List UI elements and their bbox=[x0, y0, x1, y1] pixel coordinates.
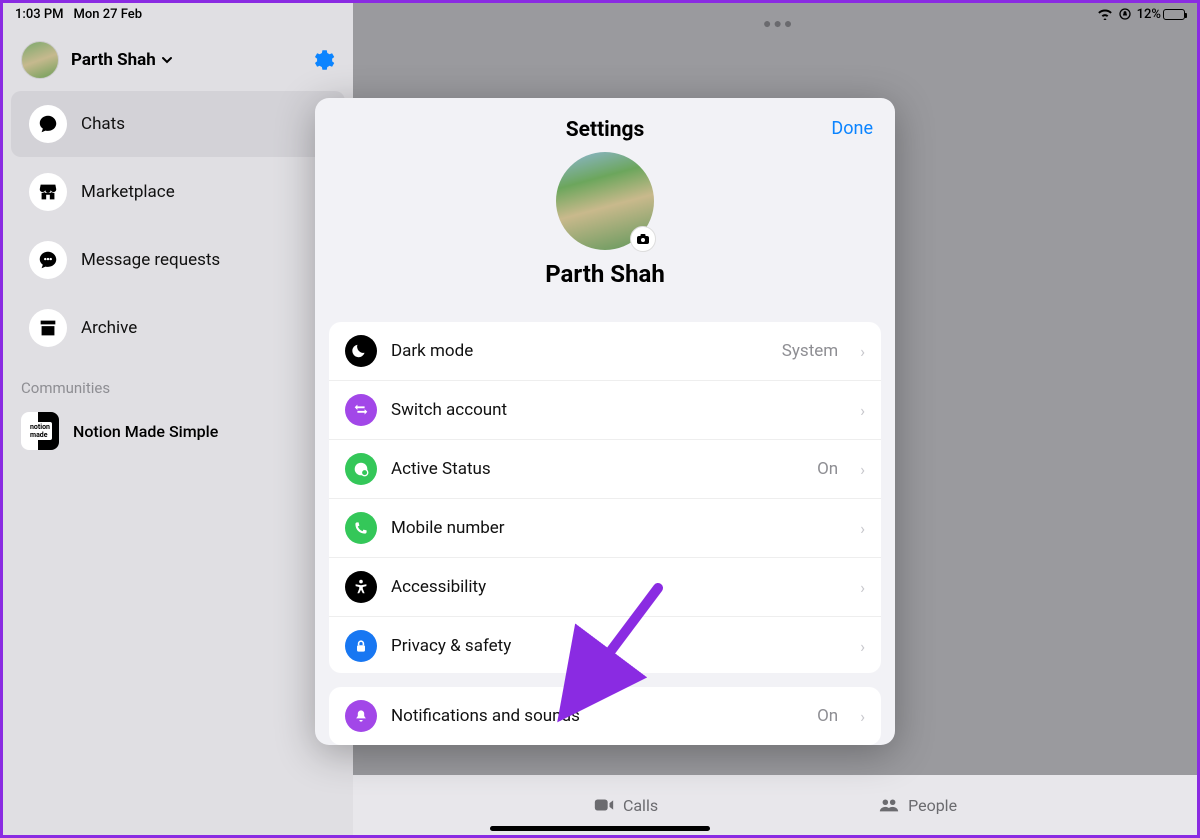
avatar bbox=[21, 41, 59, 79]
row-switch-account[interactable]: Switch account › bbox=[329, 381, 881, 440]
accessibility-icon bbox=[345, 571, 377, 603]
tab-calls[interactable]: Calls bbox=[593, 796, 658, 815]
sidebar-item-marketplace[interactable]: Marketplace bbox=[11, 159, 345, 225]
bell-icon bbox=[345, 700, 377, 732]
communities-section-label: Communities E bbox=[3, 363, 353, 402]
status-bar: 1:03 PM Mon 27 Feb 12% bbox=[3, 3, 1197, 25]
sidebar-profile[interactable]: Parth Shah bbox=[3, 31, 353, 89]
status-date: Mon 27 Feb bbox=[74, 7, 143, 22]
tab-people[interactable]: People bbox=[878, 796, 957, 815]
sidebar-item-message-requests[interactable]: Message requests bbox=[11, 227, 345, 293]
do-not-disturb-icon bbox=[1119, 8, 1131, 20]
status-icon bbox=[345, 453, 377, 485]
moon-icon bbox=[345, 335, 377, 367]
row-label: Notifications and sounds bbox=[391, 706, 580, 726]
chevron-right-icon: › bbox=[860, 519, 865, 538]
home-indicator bbox=[490, 826, 710, 831]
tab-label: People bbox=[908, 796, 957, 815]
tab-label: Calls bbox=[623, 796, 658, 815]
profile-name: Parth Shah bbox=[71, 50, 156, 70]
settings-modal: Settings Done Parth Shah Dark mode Syste… bbox=[315, 98, 895, 745]
settings-list: Dark mode System › Switch account › Acti… bbox=[329, 322, 881, 673]
switch-icon bbox=[345, 394, 377, 426]
row-label: Accessibility bbox=[391, 577, 486, 597]
archive-icon bbox=[29, 309, 67, 347]
row-value: On bbox=[817, 706, 838, 726]
row-label: Mobile number bbox=[391, 518, 505, 538]
chevron-right-icon: › bbox=[860, 401, 865, 420]
row-notifications-sounds[interactable]: Notifications and sounds On › bbox=[329, 687, 881, 745]
message-requests-icon bbox=[29, 241, 67, 279]
row-accessibility[interactable]: Accessibility › bbox=[329, 558, 881, 617]
chevron-right-icon: › bbox=[860, 460, 865, 479]
sidebar-item-label: Marketplace bbox=[81, 182, 175, 202]
row-value: System bbox=[782, 341, 838, 361]
community-item[interactable]: notionmade Notion Made Simple bbox=[3, 402, 353, 460]
sidebar-item-label: Archive bbox=[81, 318, 137, 338]
row-label: Switch account bbox=[391, 400, 507, 420]
row-active-status[interactable]: Active Status On › bbox=[329, 440, 881, 499]
sidebar: Parth Shah Chats Marketplace Message req… bbox=[3, 3, 353, 835]
status-time: 1:03 PM bbox=[15, 7, 64, 22]
chat-icon bbox=[29, 105, 67, 143]
row-value: On bbox=[817, 459, 838, 479]
settings-list-2: Notifications and sounds On › bbox=[329, 687, 881, 745]
done-button[interactable]: Done bbox=[831, 118, 873, 139]
sidebar-item-chats[interactable]: Chats bbox=[11, 91, 345, 157]
chevron-down-icon bbox=[160, 53, 174, 67]
wifi-icon bbox=[1097, 8, 1113, 20]
marketplace-icon bbox=[29, 173, 67, 211]
video-icon bbox=[593, 796, 615, 814]
sidebar-item-label: Chats bbox=[81, 114, 125, 134]
community-icon: notionmade bbox=[21, 412, 59, 450]
camera-icon[interactable] bbox=[630, 226, 656, 252]
bottom-tab-bar: Calls People bbox=[353, 775, 1197, 835]
phone-icon bbox=[345, 512, 377, 544]
community-label: Notion Made Simple bbox=[73, 422, 218, 441]
modal-profile-name: Parth Shah bbox=[335, 260, 875, 288]
row-label: Active Status bbox=[391, 459, 491, 479]
row-dark-mode[interactable]: Dark mode System › bbox=[329, 322, 881, 381]
chevron-right-icon: › bbox=[860, 637, 865, 656]
lock-icon bbox=[345, 630, 377, 662]
row-label: Privacy & safety bbox=[391, 636, 511, 656]
battery-indicator: 12% bbox=[1137, 7, 1185, 22]
modal-title: Settings bbox=[335, 118, 875, 142]
battery-percent: 12% bbox=[1137, 7, 1161, 22]
settings-gear-icon[interactable] bbox=[309, 47, 335, 73]
row-privacy-safety[interactable]: Privacy & safety › bbox=[329, 617, 881, 673]
people-icon bbox=[878, 796, 900, 814]
sidebar-item-archive[interactable]: Archive bbox=[11, 295, 345, 361]
chevron-right-icon: › bbox=[860, 707, 865, 726]
profile-avatar-large[interactable] bbox=[556, 152, 654, 250]
chevron-right-icon: › bbox=[860, 578, 865, 597]
row-mobile-number[interactable]: Mobile number › bbox=[329, 499, 881, 558]
chevron-right-icon: › bbox=[860, 342, 865, 361]
row-label: Dark mode bbox=[391, 341, 473, 361]
sidebar-item-label: Message requests bbox=[81, 250, 220, 270]
